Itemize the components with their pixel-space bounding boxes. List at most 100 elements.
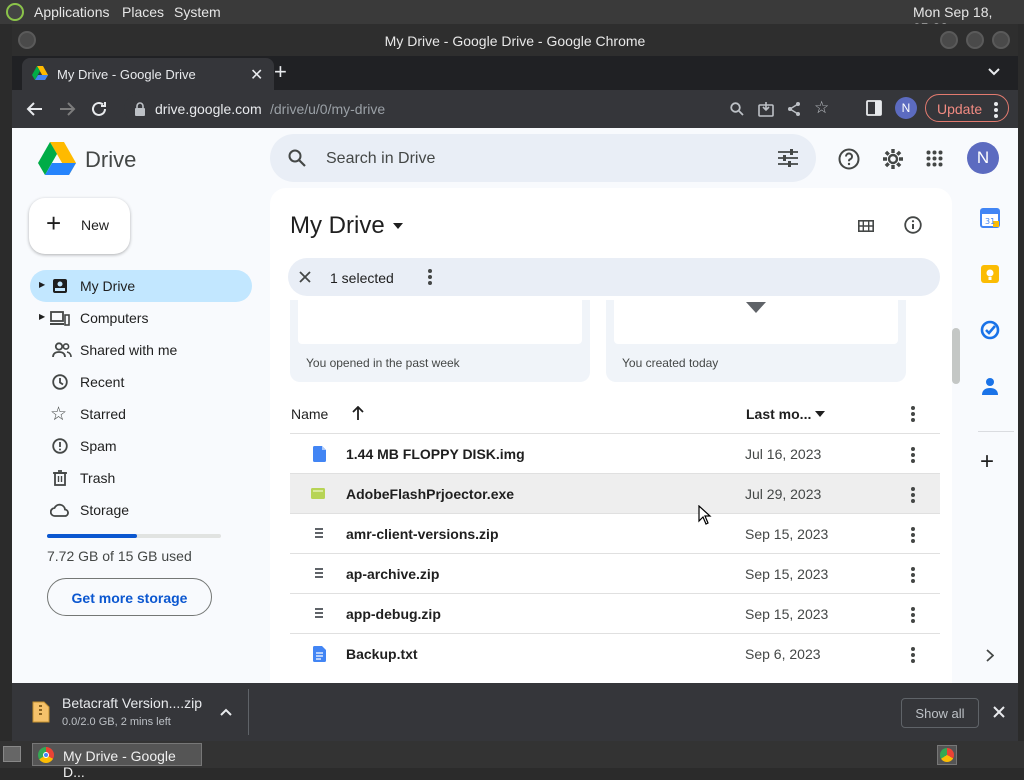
forward-arrow-icon[interactable] xyxy=(58,100,76,118)
show-all-button[interactable]: Show all xyxy=(901,698,979,728)
info-icon[interactable] xyxy=(904,216,922,234)
download-status: 0.0/2.0 GB, 2 mins left xyxy=(62,716,171,728)
table-row[interactable]: ap-archive.zip Sep 15, 2023 xyxy=(290,553,940,593)
sidebar-item-spam[interactable]: Spam xyxy=(30,430,252,462)
chrome-menu-icon[interactable] xyxy=(994,102,998,120)
exe-icon xyxy=(311,488,325,499)
file-modified-date: Jul 29, 2023 xyxy=(745,486,822,502)
show-desktop-icon[interactable] xyxy=(3,746,21,762)
sidebar-item-my-drive[interactable]: ▶ My Drive xyxy=(30,270,252,302)
drive-logo-text[interactable]: Drive xyxy=(85,147,136,173)
install-app-icon[interactable] xyxy=(758,101,774,117)
collapse-triangle-icon[interactable] xyxy=(746,302,766,313)
minimize-button[interactable] xyxy=(940,31,958,49)
new-button[interactable]: + New xyxy=(29,198,130,254)
tab-search-chevron-icon[interactable] xyxy=(988,68,1000,76)
search-options-icon[interactable] xyxy=(778,149,798,167)
sort-caret-down-icon[interactable] xyxy=(815,411,825,417)
sidebar-item-computers[interactable]: ▶ Computers xyxy=(30,302,252,334)
bookmark-star-icon[interactable]: ☆ xyxy=(814,98,829,118)
search-icon[interactable] xyxy=(288,149,306,167)
new-tab-button[interactable]: + xyxy=(274,59,287,85)
expand-arrow-icon[interactable]: ▶ xyxy=(39,312,45,321)
keep-icon[interactable] xyxy=(980,264,1000,284)
side-panel-icon[interactable] xyxy=(866,100,882,116)
row-more-icon[interactable] xyxy=(911,607,915,625)
caret-down-icon[interactable] xyxy=(393,223,403,229)
search-input[interactable]: Search in Drive xyxy=(326,150,435,168)
row-more-icon[interactable] xyxy=(911,567,915,585)
tasks-icon[interactable] xyxy=(980,320,1000,340)
sidebar-item-storage[interactable]: Storage xyxy=(30,494,252,526)
menu-system[interactable]: System xyxy=(174,4,221,20)
contacts-icon[interactable] xyxy=(981,376,999,396)
row-more-icon[interactable] xyxy=(911,447,915,465)
taskbar-task-chrome[interactable]: My Drive - Google D... xyxy=(32,743,202,780)
menu-places[interactable]: Places xyxy=(122,4,164,20)
column-header-name[interactable]: Name xyxy=(291,406,328,422)
sidebar-item-trash[interactable]: Trash xyxy=(30,462,252,494)
sidebar-item-label: Spam xyxy=(80,438,117,454)
url-path: /drive/u/0/my-drive xyxy=(270,101,386,117)
settings-gear-icon[interactable] xyxy=(881,147,905,171)
tab-close-icon[interactable]: ✕ xyxy=(250,65,263,85)
row-more-icon[interactable] xyxy=(911,487,915,505)
get-more-storage-button[interactable]: Get more storage xyxy=(47,578,212,616)
system-logo-icon[interactable] xyxy=(6,3,24,21)
suggestion-card[interactable]: You created today xyxy=(606,300,906,382)
column-header-last-modified[interactable]: Last mo... xyxy=(746,406,811,422)
tray-chrome-icon[interactable] xyxy=(937,745,957,765)
sidebar-item-starred[interactable]: ☆ Starred xyxy=(30,398,252,430)
help-icon[interactable] xyxy=(838,148,860,170)
tab-my-drive[interactable]: My Drive - Google Drive ✕ xyxy=(22,58,274,90)
sort-arrow-up-icon[interactable] xyxy=(352,406,364,420)
table-row[interactable]: amr-client-versions.zip Sep 15, 2023 xyxy=(290,513,940,553)
table-row[interactable]: 1.44 MB FLOPPY DISK.img Jul 16, 2023 xyxy=(290,433,940,473)
close-window-button[interactable] xyxy=(992,31,1010,49)
search-bar[interactable]: Search in Drive xyxy=(270,134,816,182)
list-options-icon[interactable] xyxy=(911,406,915,424)
selection-more-icon[interactable] xyxy=(428,269,432,287)
txt-icon xyxy=(313,646,326,662)
maximize-button[interactable] xyxy=(966,31,984,49)
add-addon-icon[interactable]: + xyxy=(980,450,994,474)
lock-icon[interactable] xyxy=(134,102,146,116)
profile-avatar[interactable]: N xyxy=(895,97,917,119)
star-icon: ☆ xyxy=(50,404,68,425)
download-item[interactable]: Betacraft Version....zip 0.0/2.0 GB, 2 m… xyxy=(12,683,248,741)
sidebar-item-label: Computers xyxy=(80,310,149,326)
expand-panel-chevron-icon[interactable] xyxy=(986,649,994,662)
browser-toolbar: drive.google.com /drive/u/0/my-drive ☆ N… xyxy=(12,90,1018,128)
table-row[interactable]: app-debug.zip Sep 15, 2023 xyxy=(290,593,940,633)
sidebar-item-shared-with-me[interactable]: Shared with me xyxy=(30,334,252,366)
drive-logo-icon[interactable] xyxy=(38,142,76,175)
share-icon[interactable] xyxy=(786,101,802,117)
omnibox[interactable]: drive.google.com /drive/u/0/my-drive ☆ xyxy=(124,94,886,124)
back-arrow-icon[interactable] xyxy=(26,100,44,118)
sidebar-item-recent[interactable]: Recent xyxy=(30,366,252,398)
download-options-chevron-icon[interactable] xyxy=(220,708,232,716)
expand-arrow-icon[interactable]: ▶ xyxy=(39,280,45,289)
taskbar-task-label: My Drive - Google D... xyxy=(63,748,176,780)
doc-icon xyxy=(313,446,326,462)
table-row[interactable]: AdobeFlashPrjoector.exe Jul 29, 2023 xyxy=(290,473,940,513)
row-more-icon[interactable] xyxy=(911,527,915,545)
table-row[interactable]: Backup.txt Sep 6, 2023 xyxy=(290,633,940,673)
zoom-search-icon[interactable] xyxy=(730,102,744,116)
calendar-icon[interactable]: 31 xyxy=(980,208,1000,228)
grid-view-icon[interactable] xyxy=(858,220,874,232)
suggestion-card[interactable]: You opened in the past week xyxy=(290,300,590,382)
clear-selection-icon[interactable] xyxy=(299,271,311,283)
window-titlebar[interactable]: My Drive - Google Drive - Google Chrome xyxy=(12,24,1018,56)
update-button[interactable]: Update xyxy=(925,94,1009,122)
main-scrollbar-thumb[interactable] xyxy=(952,328,960,384)
drive-favicon-icon xyxy=(32,66,48,80)
reload-icon[interactable] xyxy=(90,100,108,118)
menu-applications[interactable]: Applications xyxy=(34,4,110,20)
apps-grid-icon[interactable] xyxy=(926,150,943,167)
spam-icon xyxy=(52,438,68,454)
close-download-bar-icon[interactable] xyxy=(993,706,1005,718)
page-title[interactable]: My Drive xyxy=(290,212,385,240)
account-avatar[interactable]: N xyxy=(967,142,999,174)
row-more-icon[interactable] xyxy=(911,647,915,665)
